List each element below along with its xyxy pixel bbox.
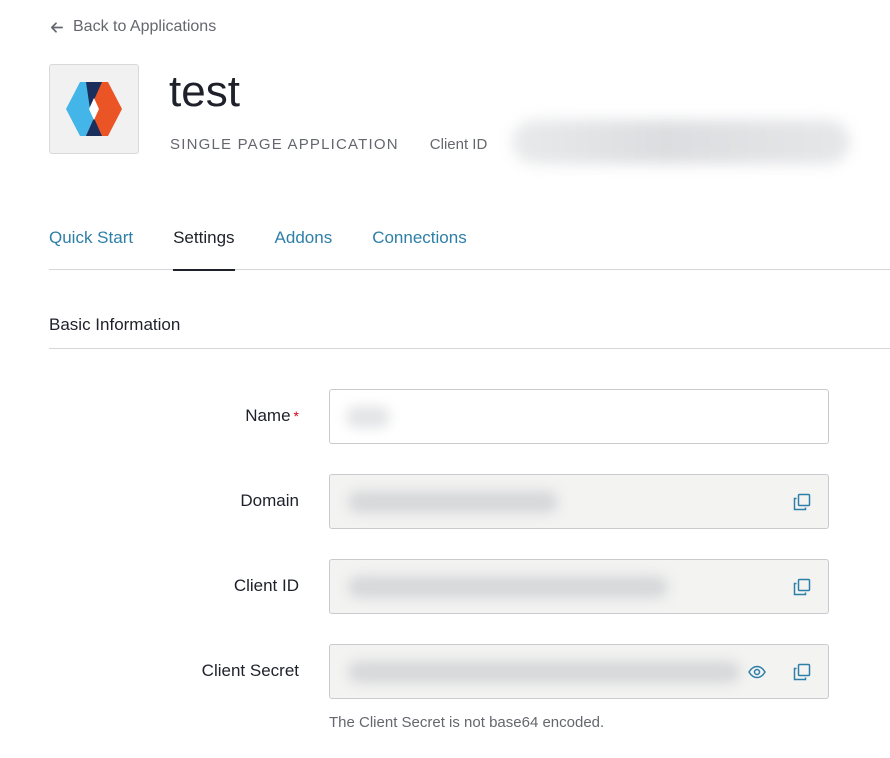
copy-icon[interactable] [793,493,811,511]
section-title: Basic Information [49,315,181,334]
tab-connections[interactable]: Connections [372,222,467,270]
section-divider [49,348,890,349]
eye-icon[interactable] [748,663,766,681]
copy-icon[interactable] [793,663,811,681]
tab-addons[interactable]: Addons [275,222,333,270]
tab-quick-start[interactable]: Quick Start [49,222,133,270]
required-mark: * [293,408,299,424]
domain-field[interactable] [329,474,829,529]
application-settings-page: Back to Applications test SINGLE PAGE AP… [0,0,890,758]
application-type: SINGLE PAGE APPLICATION [170,135,399,153]
application-logo [49,64,139,154]
name-field[interactable] [329,389,829,444]
arrow-left-icon [49,20,64,35]
name-label-text: Name [245,406,291,425]
domain-label: Domain [240,491,299,510]
client-id-value-redacted [348,576,668,598]
name-label: Name * [245,405,299,427]
client-secret-field[interactable] [329,644,829,699]
copy-icon[interactable] [793,578,811,596]
name-input[interactable] [330,390,828,443]
header-client-id-label: Client ID [429,135,488,153]
back-to-applications-link[interactable]: Back to Applications [49,17,216,37]
application-meta: SINGLE PAGE APPLICATION Client ID [170,134,487,154]
name-value-redacted [346,406,390,428]
client-id-field[interactable] [329,559,829,614]
back-link-label: Back to Applications [73,18,217,35]
client-id-label: Client ID [233,576,299,595]
application-name: test [169,67,240,116]
domain-value-redacted [348,491,558,513]
client-secret-value-redacted [348,661,740,683]
tab-settings[interactable]: Settings [173,222,235,271]
settings-tabs: Quick Start Settings Addons Connections [49,222,890,271]
client-secret-label: Client Secret [201,661,299,680]
client-secret-hint: The Client Secret is not base64 encoded. [329,714,605,731]
spa-logo-icon [66,82,122,136]
header-client-id-value-redacted [512,120,850,164]
